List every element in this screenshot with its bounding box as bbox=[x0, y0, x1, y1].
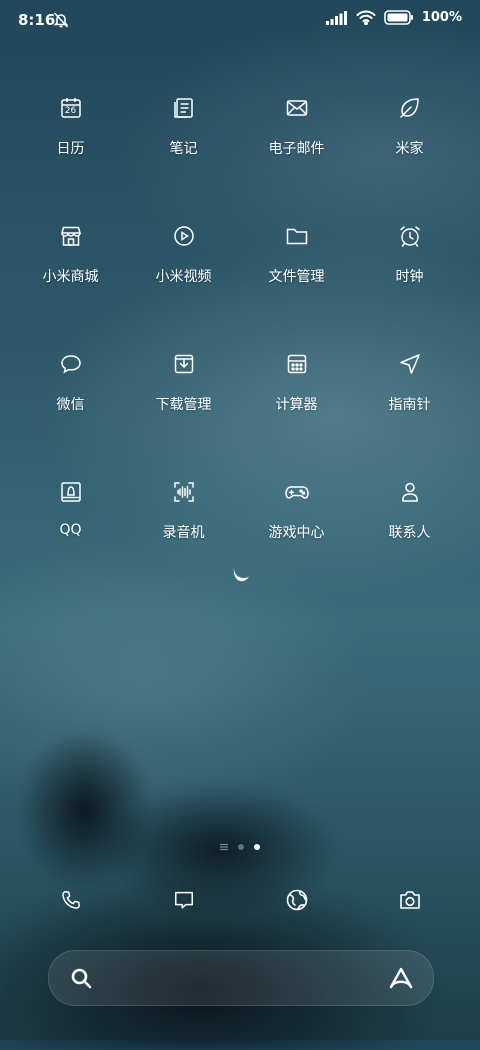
app-download-manager[interactable]: 下载管理 bbox=[127, 344, 240, 472]
download-icon bbox=[156, 344, 212, 384]
qq-icon bbox=[43, 472, 99, 512]
dock-browser[interactable] bbox=[240, 880, 353, 920]
app-label-qq: QQ bbox=[59, 522, 82, 538]
app-label-calculator: 计算器 bbox=[275, 397, 318, 413]
app-mail[interactable]: 电子邮件 bbox=[240, 88, 353, 216]
app-label-recorder: 录音机 bbox=[162, 525, 205, 541]
app-game-center[interactable]: 游戏中心 bbox=[240, 472, 353, 600]
folder-icon bbox=[269, 216, 325, 256]
video-icon bbox=[156, 216, 212, 256]
app-label-game-center: 游戏中心 bbox=[268, 525, 325, 541]
battery-percentage: 100% bbox=[421, 10, 462, 25]
status-right: 100% bbox=[325, 10, 462, 25]
mute-bell-icon bbox=[53, 11, 69, 29]
app-label-wechat: 微信 bbox=[56, 397, 85, 413]
notes-icon bbox=[156, 88, 212, 128]
dock-camera[interactable] bbox=[353, 880, 466, 920]
search-icon bbox=[69, 966, 93, 990]
assistant-icon[interactable] bbox=[387, 965, 415, 991]
app-label-clock: 时钟 bbox=[395, 269, 424, 285]
app-contacts[interactable]: 联系人 bbox=[353, 472, 466, 600]
app-wechat[interactable]: 微信 bbox=[14, 344, 127, 472]
message-icon bbox=[173, 889, 195, 911]
calculator-icon bbox=[269, 344, 325, 384]
app-label-mijia: 米家 bbox=[395, 141, 424, 157]
phone-icon bbox=[60, 889, 82, 911]
browser-icon bbox=[285, 888, 309, 912]
store-icon bbox=[43, 216, 99, 256]
app-label-mail: 电子邮件 bbox=[268, 141, 325, 157]
app-grid: 26 日历 笔记 电子邮件 米家 小米商城 小米视频 文件管理 时钟 微信 下载… bbox=[14, 88, 466, 600]
app-recorder[interactable]: 录音机 bbox=[127, 472, 240, 600]
alarm-clock-icon bbox=[382, 216, 438, 256]
app-calendar[interactable]: 26 日历 bbox=[14, 88, 127, 216]
app-mi-video[interactable]: 小米视频 bbox=[127, 216, 240, 344]
compass-arrow-icon bbox=[382, 344, 438, 384]
calendar-icon: 26 bbox=[43, 88, 99, 128]
app-notes[interactable]: 笔记 bbox=[127, 88, 240, 216]
app-calculator[interactable]: 计算器 bbox=[240, 344, 353, 472]
app-label-mi-video: 小米视频 bbox=[155, 269, 212, 285]
app-label-notes: 笔记 bbox=[169, 141, 198, 157]
recorder-icon bbox=[156, 472, 212, 512]
app-mi-store[interactable]: 小米商城 bbox=[14, 216, 127, 344]
app-mijia[interactable]: 米家 bbox=[353, 88, 466, 216]
status-bar: 8:16 100% bbox=[0, 0, 480, 42]
page-dot[interactable] bbox=[238, 844, 244, 850]
app-qq[interactable]: QQ bbox=[14, 472, 127, 600]
dock-phone[interactable] bbox=[14, 880, 127, 920]
signal-icon bbox=[325, 10, 348, 25]
page-dot-active[interactable] bbox=[254, 844, 260, 850]
app-compass[interactable]: 指南针 bbox=[353, 344, 466, 472]
calendar-day: 26 bbox=[64, 106, 77, 116]
chat-bubble-icon bbox=[43, 344, 99, 384]
battery-icon bbox=[384, 10, 414, 25]
gamepad-icon bbox=[269, 472, 325, 512]
status-time: 8:16 bbox=[18, 11, 56, 29]
search-bar[interactable] bbox=[48, 950, 434, 1006]
app-label-contacts: 联系人 bbox=[388, 525, 431, 541]
page-indicator[interactable] bbox=[0, 843, 480, 851]
wifi-icon bbox=[356, 10, 376, 25]
app-label-calendar: 日历 bbox=[56, 141, 85, 157]
camera-icon bbox=[398, 889, 422, 911]
app-label-download-manager: 下载管理 bbox=[155, 397, 212, 413]
app-label-file-manager: 文件管理 bbox=[268, 269, 325, 285]
moon-decoration bbox=[230, 562, 252, 584]
app-label-compass: 指南针 bbox=[388, 397, 431, 413]
dock bbox=[14, 880, 466, 920]
mail-icon bbox=[269, 88, 325, 128]
contact-icon bbox=[382, 472, 438, 512]
app-label-mi-store: 小米商城 bbox=[42, 269, 99, 285]
home-list-icon bbox=[220, 843, 228, 851]
leaf-icon bbox=[382, 88, 438, 128]
app-file-manager[interactable]: 文件管理 bbox=[240, 216, 353, 344]
dock-messages[interactable] bbox=[127, 880, 240, 920]
app-clock[interactable]: 时钟 bbox=[353, 216, 466, 344]
